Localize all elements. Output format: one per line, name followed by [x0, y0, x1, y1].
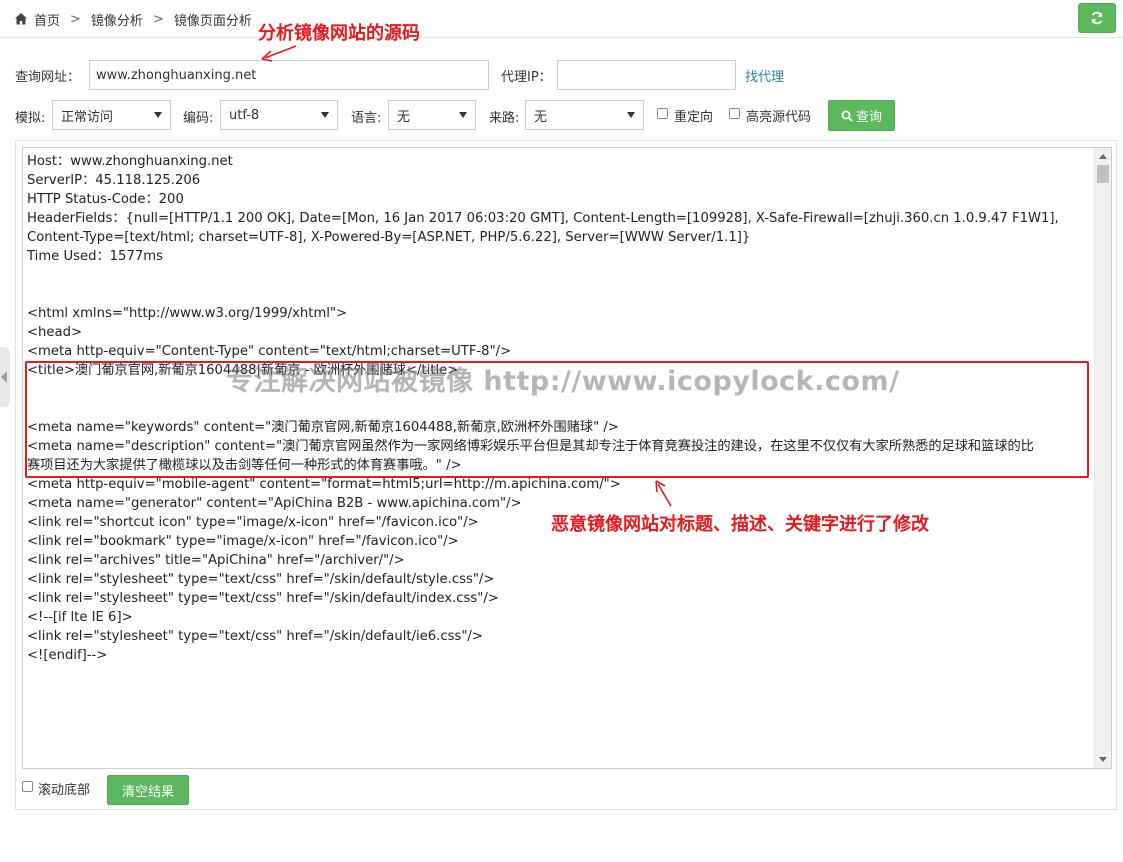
top-divider [0, 37, 1123, 38]
result-line [27, 266, 1089, 285]
result-line: Content-Type=[text/html; charset=UTF-8],… [27, 230, 751, 245]
language-select-value: 无 [397, 109, 411, 125]
breadcrumb: 首页 > 镜像分析 > 镜像页面分析 [14, 10, 252, 29]
sidebar-toggle[interactable] [0, 347, 10, 407]
highlight-checkbox[interactable] [729, 108, 740, 119]
breadcrumb-current: 镜像页面分析 [173, 13, 252, 29]
refresh-button[interactable] [1078, 3, 1116, 33]
scroll-thumb[interactable] [1097, 165, 1109, 183]
redirect-label: 重定向 [674, 110, 714, 125]
annotation-bottom-note: 恶意镜像网站对标题、描述、关键字进行了修改 [551, 514, 929, 535]
scroll-bottom-label: 滚动底部 [38, 783, 91, 798]
referrer-select[interactable]: 无 [525, 100, 644, 130]
scroll-up-icon[interactable] [1099, 154, 1107, 159]
find-proxy-link[interactable]: 找代理 [745, 66, 784, 85]
result-line [27, 285, 1089, 304]
query-button[interactable]: 查询 [828, 100, 895, 131]
result-line: Host：www.zhonghuanxing.net [27, 154, 233, 169]
url-input[interactable] [89, 60, 489, 90]
result-line: <![endif]--> [27, 648, 108, 663]
chevron-down-icon [321, 112, 329, 118]
refresh-icon [1091, 11, 1103, 25]
proxy-ip-input[interactable] [557, 60, 736, 90]
breadcrumb-home[interactable]: 首页 [34, 10, 60, 29]
arrow-icon [261, 45, 297, 62]
encoding-select-value: utf-8 [229, 107, 260, 123]
result-line: <head> [27, 325, 83, 340]
redirect-checkbox[interactable] [657, 108, 668, 119]
scrollbar[interactable] [1094, 148, 1111, 768]
result-line: ServerIP：45.118.125.206 [27, 173, 201, 188]
url-label: 查询网址： [15, 70, 81, 85]
chevron-down-icon [459, 112, 467, 118]
result-line: Time Used：1577ms [27, 249, 163, 264]
watermark: 专注解决网站被镜像 http://www.icopylock.com/ [226, 366, 900, 397]
clear-results-button[interactable]: 清空结果 [107, 775, 189, 805]
language-select[interactable]: 无 [388, 100, 476, 130]
encoding-select[interactable]: utf-8 [220, 100, 338, 130]
chevron-down-icon [154, 112, 162, 118]
result-line: <link rel="stylesheet" type="text/css" h… [27, 572, 495, 587]
result-line: HeaderFields：{null=[HTTP/1.1 200 OK], Da… [27, 211, 1059, 226]
language-label: 语言: [351, 111, 382, 126]
annotation-title-note: 分析镜像网站的源码 [258, 23, 420, 44]
referrer-select-value: 无 [534, 109, 548, 125]
chevron-left-icon [1, 371, 7, 383]
mode-label: 模拟: [15, 111, 46, 126]
breadcrumb-separator: > [152, 11, 164, 27]
referrer-label: 来路: [489, 111, 520, 126]
scroll-down-icon[interactable] [1099, 757, 1107, 762]
proxy-ip-label: 代理IP： [501, 70, 552, 85]
result-line: <html xmlns="http://www.w3.org/1999/xhtm… [27, 306, 348, 321]
result-line: <link rel="stylesheet" type="text/css" h… [27, 591, 499, 606]
chevron-down-icon [627, 112, 635, 118]
mode-select-value: 正常访问 [61, 109, 114, 125]
breadcrumb-mirror-analysis[interactable]: 镜像分析 [91, 10, 143, 29]
mode-select[interactable]: 正常访问 [52, 100, 171, 130]
result-line: <link rel="stylesheet" type="text/css" h… [27, 629, 483, 644]
encoding-label: 编码: [183, 111, 214, 126]
search-icon [841, 110, 853, 122]
scroll-bottom-checkbox[interactable] [22, 781, 33, 792]
breadcrumb-separator: > [70, 11, 81, 27]
result-line: HTTP Status-Code：200 [27, 192, 184, 207]
query-button-label: 查询 [855, 110, 882, 125]
highlight-label: 高亮源代码 [746, 110, 812, 125]
result-line: <link rel="archives" title="ApiChina" hr… [27, 553, 405, 568]
result-line: <!--[if lte IE 6]> [27, 610, 133, 625]
home-icon [15, 13, 27, 25]
